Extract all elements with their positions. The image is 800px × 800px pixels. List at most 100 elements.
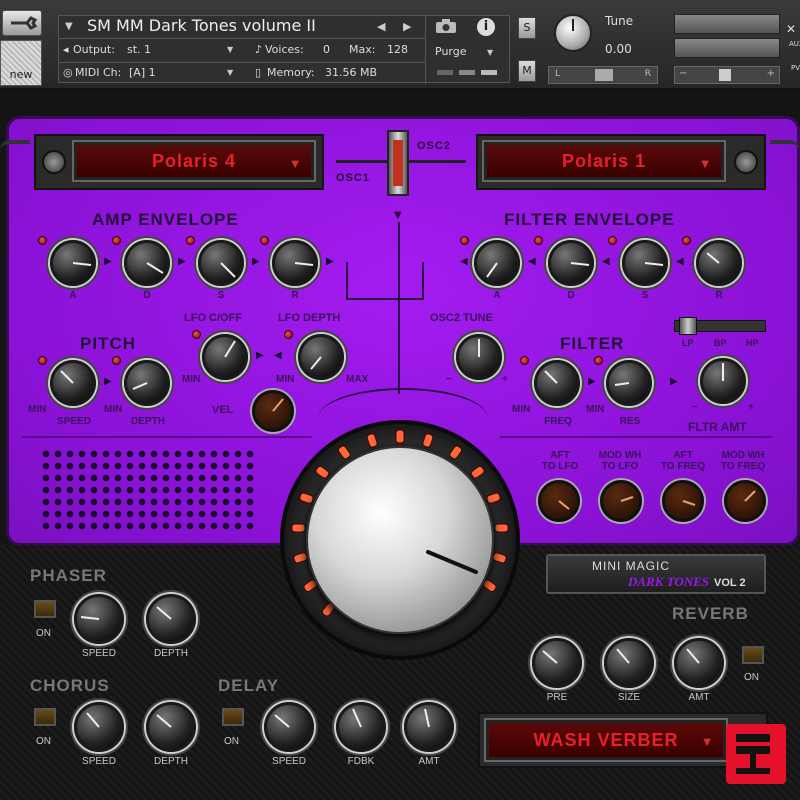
osc2-preset-dropdown[interactable]: Polaris 1 ▼ [484,142,724,180]
purge-menu[interactable]: Purge [435,45,467,58]
chorus-on-toggle[interactable] [34,708,56,726]
lfo-depth-max-label: MAX [346,374,369,385]
filter-env-release-knob[interactable] [696,240,742,286]
volume-slider[interactable]: − + [674,66,780,84]
phaser-speed-knob[interactable] [74,594,124,644]
memory-icon: ▯ [255,66,262,79]
volume-handle[interactable] [719,69,731,81]
pitch-title: PITCH [80,334,136,353]
amp-attack-label: A [69,290,77,301]
aft-to-freq-knob[interactable] [662,480,704,522]
aft-to-lfo-label: AFT TO LFO [541,450,579,472]
tune-knob[interactable] [554,14,592,52]
filter-type-slider[interactable] [674,317,766,335]
reverb-amount-knob[interactable] [674,638,724,688]
delay-on-toggle[interactable] [222,708,244,726]
tune-label: Tune [605,14,634,28]
filter-res-led [594,356,603,365]
osc-mix-fader[interactable] [387,130,409,196]
pitch-speed-knob[interactable] [50,360,96,406]
amp-sustain-knob[interactable] [198,240,244,286]
osc1-preset-dropdown[interactable]: Polaris 4 ▼ [74,142,314,180]
midi-channel-value[interactable]: [A] 1 [129,66,156,79]
pitch-depth-min-label: MIN [104,404,123,415]
pitch-speed-min-label: MIN [28,404,47,415]
osc2-tune-plus-label: + [502,374,508,385]
velocity-label: VEL [212,404,234,416]
phaser-speed-label: SPEED [82,648,116,659]
solo-button[interactable]: S [518,17,536,39]
max-voices-value[interactable]: 128 [387,43,408,56]
pv-button[interactable]: PV [791,64,800,72]
midi-dropdown-icon[interactable]: ▼ [227,68,233,77]
next-instrument-icon[interactable]: ▶ [403,20,411,33]
fenv-s-led [608,236,617,245]
reverb-preset-dropdown[interactable]: WASH VERBER ▼ [486,720,726,760]
filter-freq-led [520,356,529,365]
phaser-on-toggle[interactable] [34,600,56,618]
max-label: Max: [349,43,376,56]
phaser-depth-knob[interactable] [146,594,196,644]
memory-label: Memory: [267,66,315,79]
filter-env-decay-knob[interactable] [548,240,594,286]
new-instrument-button[interactable]: new [0,40,42,86]
wrench-icon[interactable] [2,10,42,36]
collapse-arrow-icon[interactable]: ▼ [65,21,73,32]
close-icon[interactable]: ✕ [786,22,796,36]
midi-icon: ◎ [63,66,73,79]
filter-res-knob[interactable] [606,360,652,406]
main-macro-knob[interactable] [306,446,494,634]
amp-release-knob[interactable] [272,240,318,286]
purge-meter-1 [437,70,453,75]
filter-amount-plus-label: + [748,402,754,413]
cable-right [770,140,800,160]
aft-to-lfo-knob[interactable] [538,480,580,522]
tune-value: 0.00 [605,42,632,56]
modwheel-to-freq-knob[interactable] [724,480,766,522]
camera-icon[interactable] [435,18,457,34]
chorus-speed-knob[interactable] [74,702,124,752]
amp-a-led [38,236,47,245]
output-value[interactable]: st. 1 [127,43,151,56]
level-meter-left [674,14,780,34]
delay-feedback-knob[interactable] [336,702,386,752]
filter-freq-knob[interactable] [534,360,580,406]
delay-amount-knob[interactable] [404,702,454,752]
chorus-depth-knob[interactable] [146,702,196,752]
prev-instrument-icon[interactable]: ◀ [377,20,385,33]
fenv-r-led [682,236,691,245]
purge-meter-3 [481,70,497,75]
chorus-depth-label: DEPTH [154,756,188,767]
pitch-depth-led [112,356,121,365]
lfo-depth-min-label: MIN [276,374,295,385]
instrument-name[interactable]: SM MM Dark Tones volume II [87,16,316,35]
reverb-on-toggle[interactable] [742,646,764,664]
pan-slider[interactable]: L R [548,66,658,84]
pan-handle[interactable] [595,69,613,81]
modwheel-to-lfo-knob[interactable] [600,480,642,522]
lfo-depth-knob[interactable] [298,334,344,380]
lfo-cutoff-knob[interactable] [202,334,248,380]
filter-type-handle[interactable] [679,317,697,335]
cable-left [0,140,30,160]
filter-env-attack-knob[interactable] [474,240,520,286]
osc2-tune-knob[interactable] [456,334,502,380]
output-dropdown-icon[interactable]: ▼ [227,45,233,54]
filter-env-sustain-knob[interactable] [622,240,668,286]
mute-button[interactable]: M [518,60,536,82]
reverb-size-knob[interactable] [604,638,654,688]
filter-freq-label: FREQ [544,416,572,427]
aux-button[interactable]: AUX [789,40,800,48]
pitch-depth-knob[interactable] [124,360,170,406]
purge-dropdown-icon[interactable]: ▼ [487,48,493,57]
routing-line-filter [422,262,424,298]
chorus-speed-label: SPEED [82,756,116,767]
amp-decay-knob[interactable] [124,240,170,286]
reverb-predelay-knob[interactable] [532,638,582,688]
delay-speed-knob[interactable] [264,702,314,752]
purge-meter-2 [459,70,475,75]
filter-amount-knob[interactable] [700,358,746,404]
info-icon[interactable]: i [477,18,495,36]
voices-label: Voices: [265,43,304,56]
amp-attack-knob[interactable] [50,240,96,286]
